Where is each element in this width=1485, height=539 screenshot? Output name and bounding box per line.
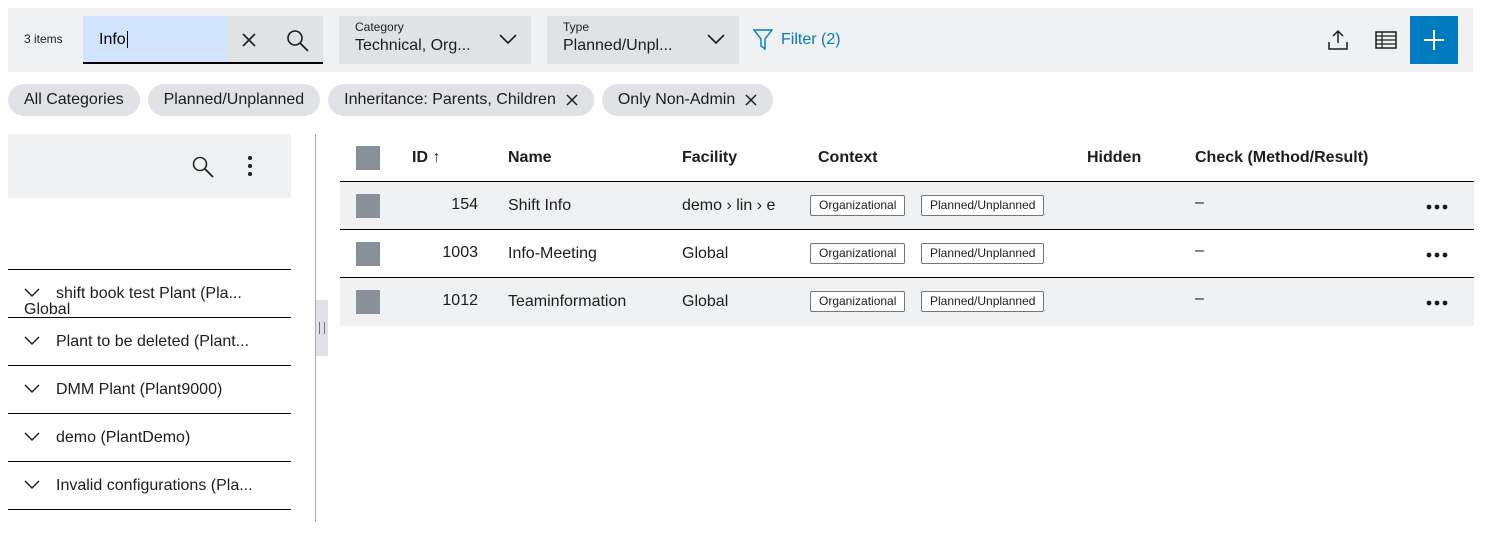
row-checkbox[interactable] <box>356 290 380 314</box>
table-row[interactable]: 1012 Teaminformation Global Organization… <box>340 278 1474 326</box>
plus-icon <box>1424 30 1444 50</box>
chip-label: Planned/Unplanned <box>163 91 305 108</box>
context-tag: Organizational <box>810 291 906 312</box>
chevron-down-icon[interactable] <box>24 288 40 298</box>
tree-item-label: shift book test Plant (Pla... <box>56 285 242 302</box>
tree-item-label: demo (PlantDemo) <box>56 429 191 446</box>
cell-id: 154 <box>451 196 478 213</box>
tree-item[interactable]: demo (PlantDemo) <box>8 414 291 462</box>
row-checkbox[interactable] <box>356 194 380 218</box>
category-value: Technical, Org... <box>355 37 471 54</box>
search-icon[interactable] <box>192 156 214 178</box>
cell-check: – <box>1195 194 1204 211</box>
column-header-hidden[interactable]: Hidden <box>1087 149 1141 167</box>
column-header-facility[interactable]: Facility <box>682 149 737 167</box>
cell-facility: demo › lin › e <box>682 197 776 214</box>
chevron-down-icon[interactable] <box>24 432 40 442</box>
type-label: Type <box>563 20 590 34</box>
filter-icon <box>753 29 773 51</box>
column-header-check[interactable]: Check (Method/Result) <box>1195 149 1368 167</box>
cell-check: – <box>1195 290 1204 307</box>
add-button[interactable] <box>1410 16 1458 64</box>
more-horizontal-icon[interactable] <box>1426 252 1448 258</box>
tree-item-global[interactable]: Global <box>8 198 291 318</box>
cell-facility: Global <box>682 245 729 262</box>
chip-planned-unplanned[interactable]: Planned/Unplanned <box>147 84 321 116</box>
column-header-name[interactable]: Name <box>508 149 552 167</box>
column-header-context[interactable]: Context <box>818 149 878 167</box>
search-input[interactable]: Info <box>99 31 219 49</box>
cell-facility: Global <box>682 293 729 310</box>
tree-header <box>8 134 291 198</box>
tree-item[interactable]: shift book test Plant (Pla... <box>8 270 291 318</box>
chip-all-categories[interactable]: All Categories <box>8 84 140 116</box>
table-row[interactable]: 1003 Info-Meeting Global Organizational … <box>340 230 1474 278</box>
search-field[interactable]: Info <box>83 16 227 62</box>
search-icon[interactable] <box>286 29 310 53</box>
cell-check: – <box>1195 242 1204 259</box>
chip-label: Only Non-Admin <box>617 91 736 108</box>
tree-item[interactable]: Plant to be deleted (Plant... <box>8 318 291 366</box>
cell-id: 1003 <box>442 244 478 261</box>
chevron-down-icon[interactable] <box>24 336 40 346</box>
category-dropdown[interactable]: Category Technical, Org... <box>339 16 531 64</box>
category-label: Category <box>355 20 404 34</box>
context-tag: Planned/Unplanned <box>921 243 1045 264</box>
sort-ascending-icon: ↑ <box>432 149 441 166</box>
type-value: Planned/Unpl... <box>563 37 673 54</box>
items-count: 3 items <box>24 32 63 46</box>
context-tag: Planned/Unplanned <box>921 291 1045 312</box>
more-horizontal-icon[interactable] <box>1426 204 1448 210</box>
chip-only-non-admin[interactable]: Only Non-Admin <box>601 84 774 116</box>
table-view-icon[interactable] <box>1374 28 1398 52</box>
export-icon[interactable] <box>1326 28 1350 52</box>
row-checkbox[interactable] <box>356 242 380 266</box>
chip-label: All Categories <box>24 91 124 108</box>
context-tag: Organizational <box>810 243 906 264</box>
context-tag: Planned/Unplanned <box>921 195 1045 216</box>
close-icon[interactable] <box>566 94 578 106</box>
checks-table: ID ↑ Name Facility Context Hidden Check … <box>340 134 1474 326</box>
toolbar: 3 items Info Category Technical, Org... … <box>8 8 1473 72</box>
select-all-checkbox[interactable] <box>356 146 380 170</box>
cell-name: Info-Meeting <box>508 245 597 262</box>
chevron-down-icon[interactable] <box>24 384 40 394</box>
more-vertical-icon[interactable] <box>244 154 256 178</box>
facility-tree-panel: Global shift book test Plant (Pla... Pla… <box>8 134 291 510</box>
chip-inheritance[interactable]: Inheritance: Parents, Children <box>328 84 594 116</box>
chevron-down-icon <box>707 34 725 45</box>
close-icon[interactable] <box>745 94 757 106</box>
context-tag: Organizational <box>810 195 906 216</box>
cell-name: Teaminformation <box>508 293 627 310</box>
cell-id: 1012 <box>442 292 478 309</box>
search-box[interactable]: Info <box>83 16 323 64</box>
filter-label: Filter (2) <box>781 31 841 48</box>
chip-label: Inheritance: Parents, Children <box>344 91 556 108</box>
column-header-id[interactable]: ID ↑ <box>412 149 440 167</box>
close-icon[interactable] <box>239 30 259 50</box>
tree-item-label: Invalid configurations (Pla... <box>56 477 253 494</box>
tree-item[interactable]: Invalid configurations (Pla... <box>8 462 291 510</box>
type-dropdown[interactable]: Type Planned/Unpl... <box>547 16 739 64</box>
tree-item[interactable]: DMM Plant (Plant9000) <box>8 366 291 414</box>
splitter-handle[interactable] <box>316 300 328 356</box>
filter-chips: All Categories Planned/Unplanned Inherit… <box>8 84 774 116</box>
cell-name: Shift Info <box>508 197 572 214</box>
table-row[interactable]: 154 Shift Info demo › lin › e Organizati… <box>340 182 1474 230</box>
chevron-down-icon[interactable] <box>24 480 40 490</box>
tree-item-label: Plant to be deleted (Plant... <box>56 333 250 350</box>
more-horizontal-icon[interactable] <box>1426 300 1448 306</box>
filter-button[interactable]: Filter (2) <box>753 28 841 52</box>
table-header: ID ↑ Name Facility Context Hidden Check … <box>340 134 1474 182</box>
tree-item-label: DMM Plant (Plant9000) <box>56 381 223 398</box>
chevron-down-icon <box>499 34 517 45</box>
